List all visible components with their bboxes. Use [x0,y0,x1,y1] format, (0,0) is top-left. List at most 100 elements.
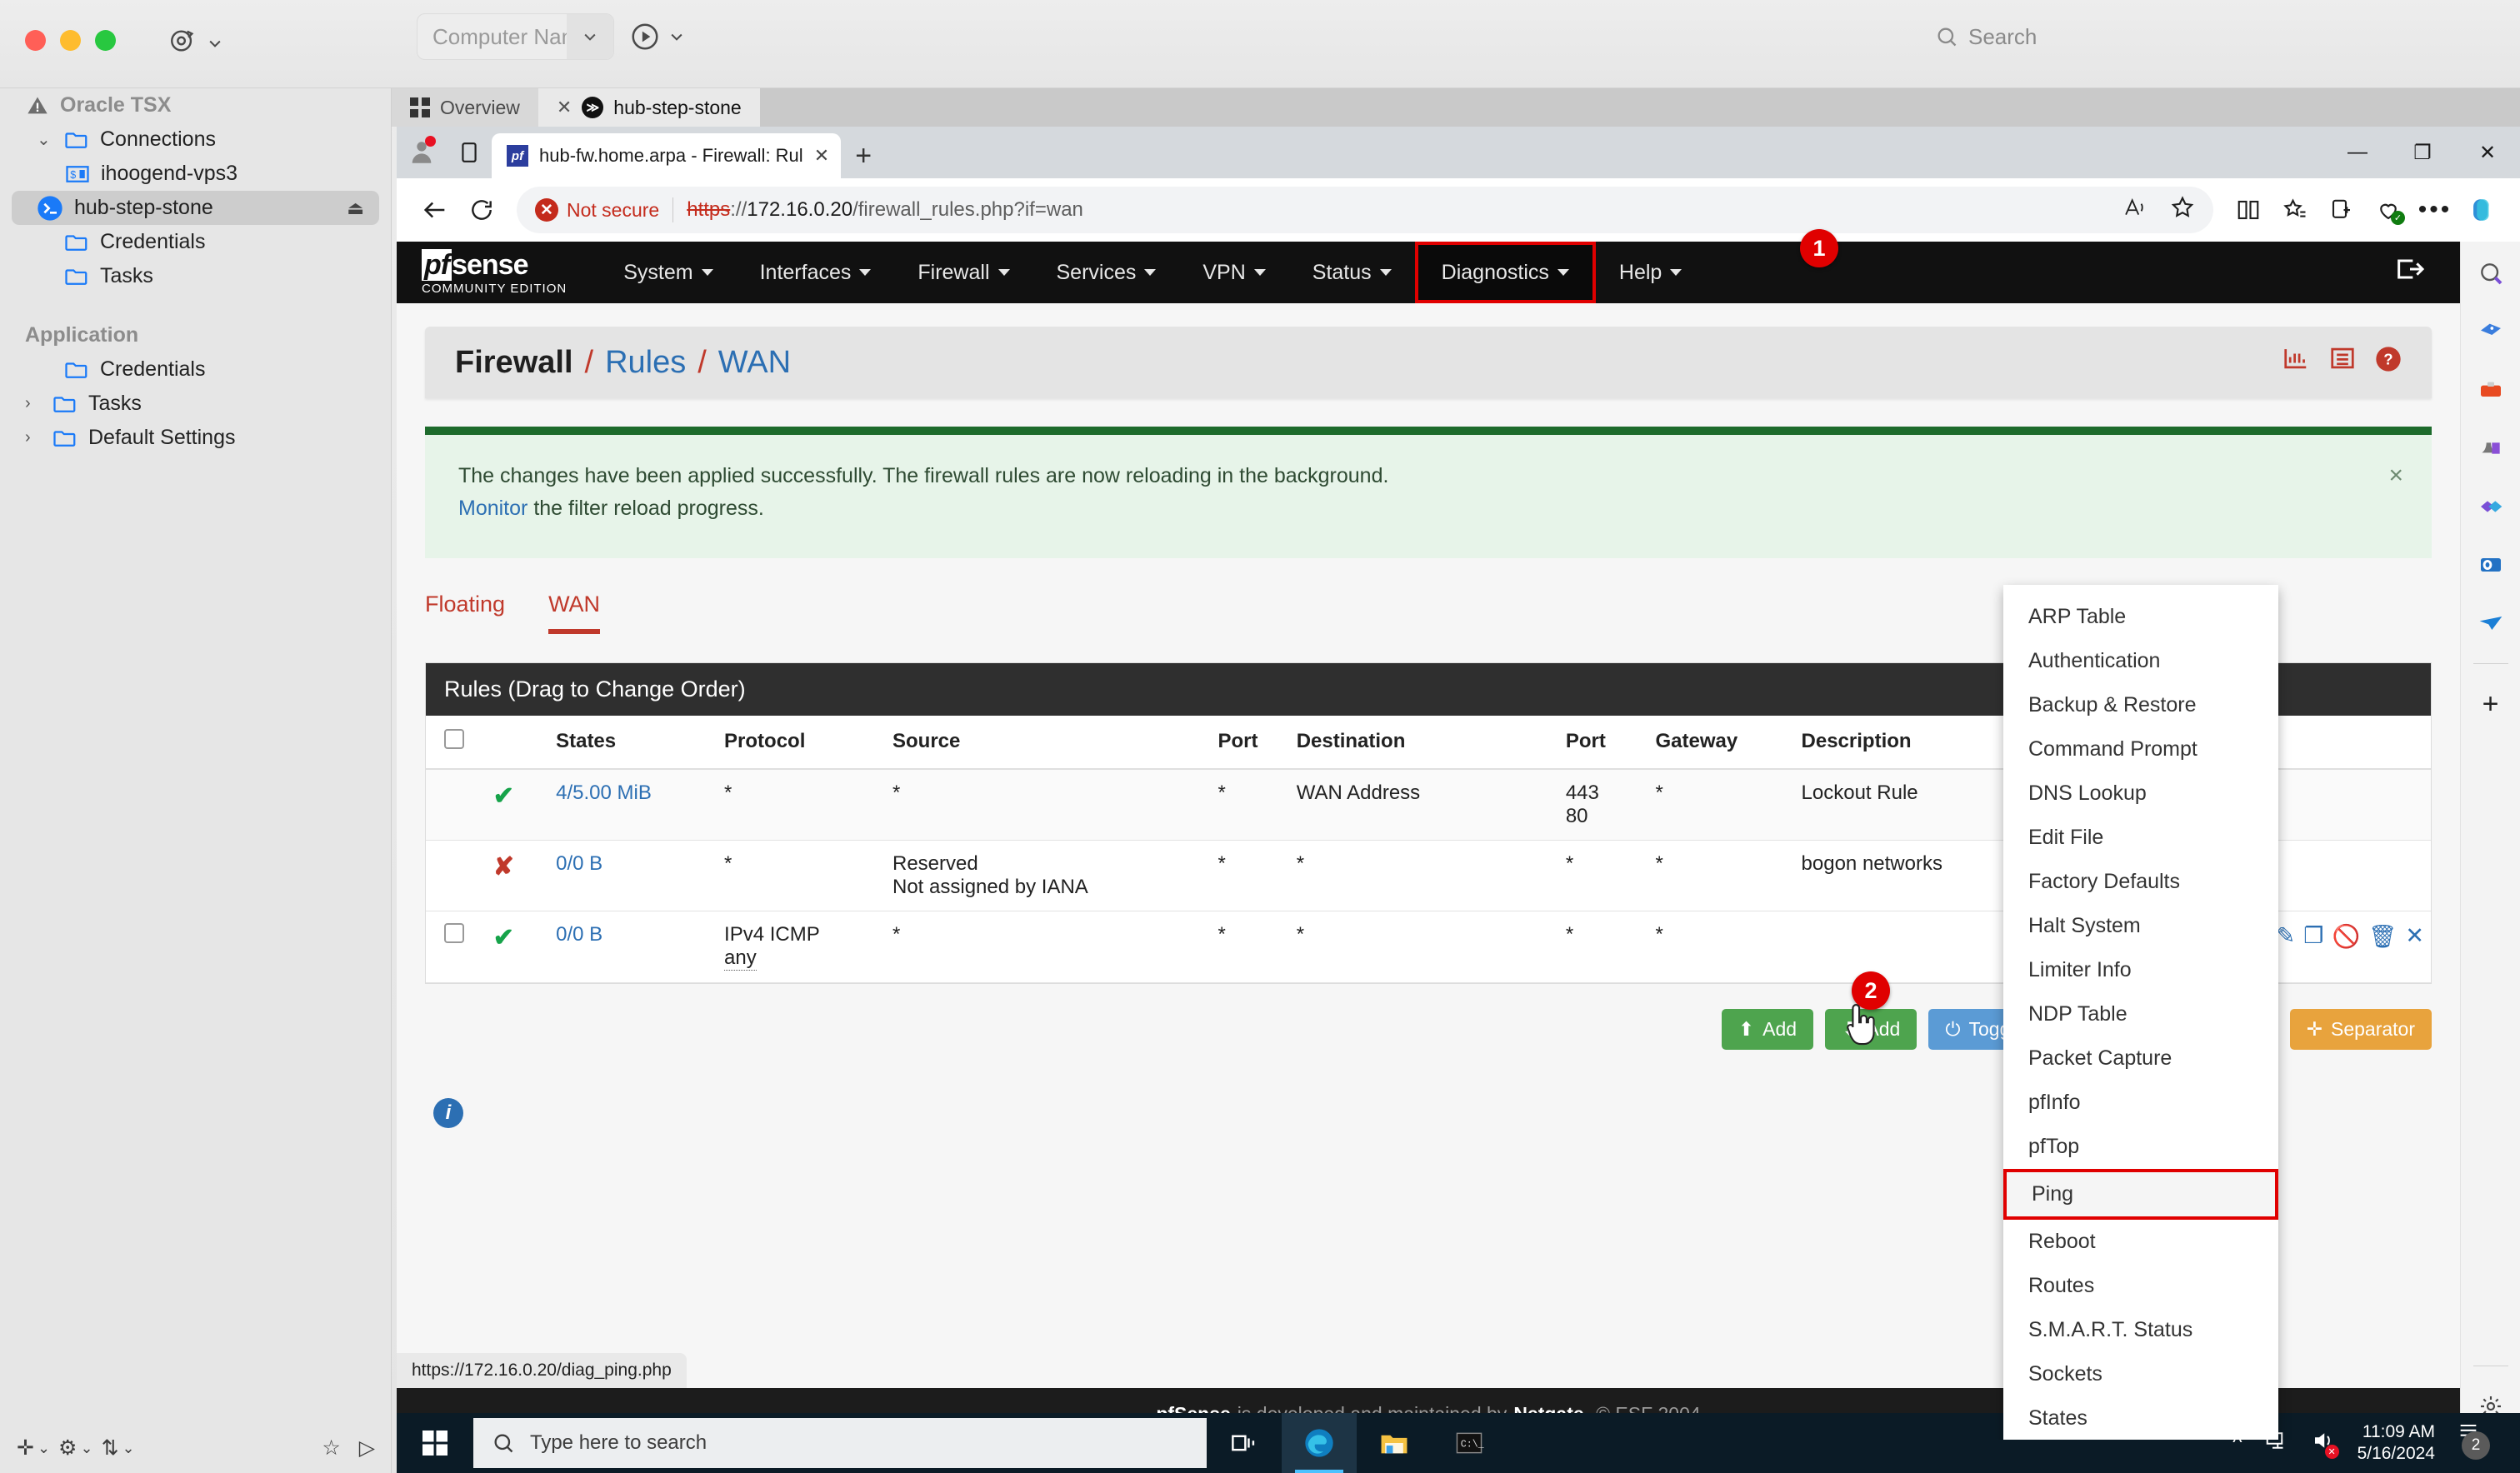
menu-item-authentication[interactable]: Authentication [2003,639,2278,683]
menu-item-ndp-table[interactable]: NDP Table [2003,992,2278,1036]
maximize-window-button[interactable] [95,30,116,51]
games-icon[interactable] [2472,430,2509,467]
minimize-button[interactable]: — [2325,127,2390,178]
not-secure-indicator[interactable]: ✕ Not secure [535,198,659,222]
monitor-link[interactable]: Monitor [458,497,528,520]
connect-dropdown-caret-icon[interactable] [207,35,223,56]
cell-states[interactable]: 0/0 B [556,923,602,946]
chevron-right-icon[interactable]: › [25,394,42,413]
window-traffic-lights[interactable] [25,30,116,51]
address-bar[interactable]: ✕ Not secure https://172.16.0.20/firewal… [517,187,2213,233]
sync-icon[interactable]: ⇅⌄ [102,1436,135,1461]
sidebar-item-hub-step-stone[interactable]: hub-step-stone ⏏ [12,191,379,225]
new-tab-button[interactable]: + [841,133,886,178]
sidebar-item-app-tasks[interactable]: › Tasks [0,387,391,421]
list-icon[interactable] [2328,346,2357,379]
sidebar-item-app-credentials[interactable]: Credentials [0,352,391,387]
row-checkbox[interactable] [444,923,464,943]
menu-item-factory-defaults[interactable]: Factory Defaults [2003,860,2278,904]
reload-button[interactable] [458,187,505,233]
menu-item-halt-system[interactable]: Halt System [2003,904,2278,948]
close-icon[interactable]: ✕ [557,97,572,118]
browser-essentials-icon[interactable]: ✓ [2365,187,2412,233]
restore-button[interactable]: ❐ [2390,127,2455,178]
computer-name-input[interactable]: Computer Name [417,13,614,60]
select-all-checkbox[interactable] [444,729,464,749]
nav-item-diagnostics[interactable]: Diagnostics [1415,242,1596,303]
sidebar-item-ihoogend-vps3[interactable]: $ ihoogend-vps3 [0,157,391,191]
favorite-star-icon[interactable] [2170,195,2195,226]
back-button[interactable] [412,187,458,233]
add-item-button[interactable]: ✛⌄ [17,1436,50,1461]
logout-icon[interactable] [2393,255,2427,290]
file-explorer-icon[interactable] [1357,1413,1432,1473]
browser-tab[interactable]: pf hub-fw.home.arpa - Firewall: Rul ✕ [492,133,841,178]
nav-item-services[interactable]: Services [1033,242,1180,303]
cell-states[interactable]: 4/5.00 MiB [556,781,652,804]
breadcrumb-interface[interactable]: WAN [718,345,791,381]
run-connection-button[interactable] [629,21,685,52]
chevron-down-icon[interactable]: ⌄ [37,129,53,150]
settings-more-icon[interactable]: ••• [2412,187,2458,233]
menu-item-command-prompt[interactable]: Command Prompt [2003,727,2278,771]
menu-item-routes[interactable]: Routes [2003,1264,2278,1308]
nav-item-system[interactable]: System [600,242,736,303]
collections-icon[interactable] [2318,187,2365,233]
menu-item-pfinfo[interactable]: pfInfo [2003,1081,2278,1125]
edit-icon[interactable]: ✎ [2277,923,2296,950]
tools-icon[interactable] [2472,372,2509,408]
volume-muted-icon[interactable]: ✕ [2311,1429,2336,1457]
start-button[interactable] [397,1413,473,1473]
image-creator-icon[interactable] [2472,488,2509,525]
tab-floating[interactable]: Floating [425,592,505,634]
sidebar-item-tasks[interactable]: Tasks [0,259,391,293]
chart-icon[interactable] [2282,346,2310,379]
nav-item-help[interactable]: Help [1596,242,1705,303]
menu-item-states[interactable]: States [2003,1396,2278,1440]
play-triangle-icon[interactable]: ▷ [359,1436,375,1461]
menu-item-pftop[interactable]: pfTop [2003,1125,2278,1169]
delete-icon[interactable]: 🗑 [2368,923,2397,950]
chevron-right-icon[interactable]: › [25,428,42,447]
profile-avatar[interactable] [397,127,447,178]
shopping-tag-icon[interactable] [2472,313,2509,350]
menu-item-edit-file[interactable]: Edit File [2003,816,2278,860]
taskbar-search-input[interactable]: Type here to search [473,1418,1207,1468]
gear-icon[interactable]: ⚙⌄ [58,1436,93,1461]
tsx-tab-hub-step-stone[interactable]: ✕ ≫ hub-step-stone [538,88,760,127]
breadcrumb-page[interactable]: Rules [605,345,686,381]
menu-item-arp-table[interactable]: ARP Table [2003,595,2278,639]
sidebar-item-connections[interactable]: ⌄ Connections [0,122,391,157]
terminal-icon[interactable]: C:\_ [1432,1413,1507,1473]
read-aloud-icon[interactable] [2123,197,2148,224]
menu-item-limiter-info[interactable]: Limiter Info [2003,948,2278,992]
pfsense-logo[interactable]: pfsense COMMUNITY EDITION [422,249,567,296]
nav-item-interfaces[interactable]: Interfaces [737,242,895,303]
tab-wan[interactable]: WAN [548,592,600,634]
menu-item-backup-restore[interactable]: Backup & Restore [2003,683,2278,727]
menu-item-packet-capture[interactable]: Packet Capture [2003,1036,2278,1081]
remove-icon[interactable]: ✕ [2405,923,2424,950]
copy-icon[interactable]: ❐ [2303,923,2323,950]
search-icon[interactable] [2472,255,2509,292]
close-tab-icon[interactable]: ✕ [814,145,829,167]
menu-item-ping[interactable]: Ping [2003,1169,2278,1220]
favorites-star-icon[interactable]: ☆ [322,1436,340,1461]
menu-item-reboot[interactable]: Reboot [2003,1220,2278,1264]
taskbar-clock[interactable]: 11:09 AM 5/16/2024 [2358,1421,2435,1466]
sidebar-root-oracle-tsx[interactable]: Oracle TSX [0,88,391,122]
sidebar-item-default-settings[interactable]: › Default Settings [0,421,391,455]
nav-item-firewall[interactable]: Firewall [894,242,1032,303]
run-dropdown-caret-icon[interactable] [668,28,685,45]
tab-actions-button[interactable] [447,127,492,178]
computer-name-dropdown-icon[interactable] [567,14,613,59]
split-screen-icon[interactable] [2225,187,2272,233]
separator-button[interactable]: ✛Separator [2290,1009,2432,1050]
nav-item-vpn[interactable]: VPN [1179,242,1288,303]
outlook-icon[interactable] [2472,547,2509,583]
paper-plane-icon[interactable] [2472,605,2509,642]
minimize-window-button[interactable] [60,30,81,51]
close-button[interactable]: ✕ [2455,127,2520,178]
connect-icon[interactable] [168,27,197,55]
mac-search-field[interactable]: Search [1935,18,2485,55]
